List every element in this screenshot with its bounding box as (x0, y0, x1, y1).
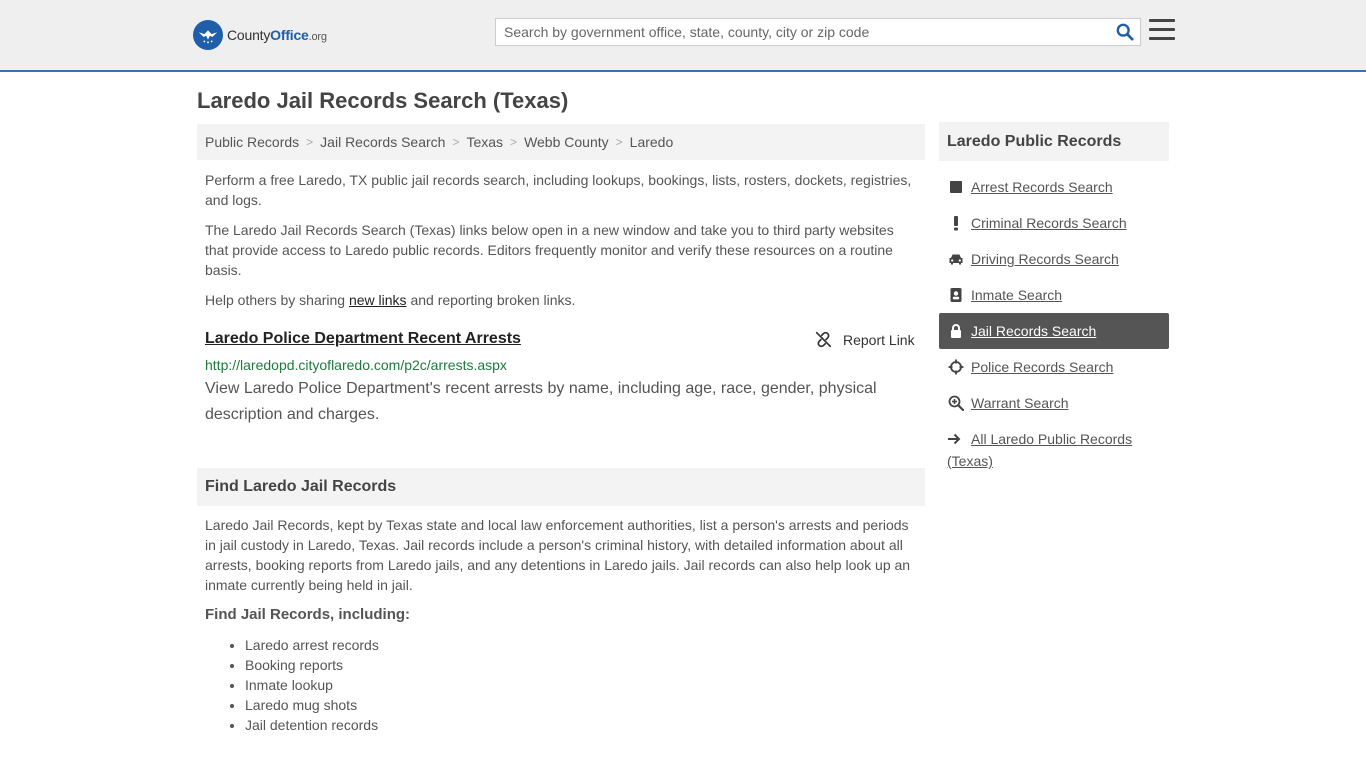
eagle-icon (193, 20, 223, 50)
list-item: Laredo mug shots (245, 695, 379, 715)
breadcrumb: Public Records > Jail Records Search > T… (197, 124, 925, 160)
crosshair-icon (947, 358, 965, 376)
sidebar-item-label: Police Records Search (971, 359, 1114, 375)
lock-icon (947, 322, 965, 340)
hamburger-menu-icon (1149, 19, 1175, 40)
list-item: Booking reports (245, 655, 379, 675)
new-links-link[interactable]: new links (349, 292, 407, 308)
sidebar-item-criminal-records[interactable]: Criminal Records Search (939, 205, 1169, 241)
sidebar-item-warrant-search[interactable]: Warrant Search (939, 385, 1169, 421)
sidebar-item-label: Jail Records Search (971, 323, 1097, 339)
sidebar-item-label: Criminal Records Search (971, 215, 1127, 231)
breadcrumb-webb-county[interactable]: Webb County (524, 134, 609, 150)
sidebar-item-police-records[interactable]: Police Records Search (939, 349, 1169, 385)
sidebar-item-inmate-search[interactable]: Inmate Search (939, 277, 1169, 313)
chevron-right-icon: > (306, 135, 314, 149)
sidebar-item-label: Driving Records Search (971, 251, 1119, 267)
breadcrumb-laredo[interactable]: Laredo (630, 134, 674, 150)
listing-description: View Laredo Police Department's recent a… (205, 380, 877, 423)
search-icon (1116, 23, 1134, 41)
share-text-after: and reporting broken links. (406, 292, 576, 308)
logo-text-org: .org (308, 31, 327, 43)
breadcrumb-public-records[interactable]: Public Records (205, 134, 299, 150)
chevron-right-icon: > (615, 135, 623, 149)
find-list: Laredo arrest records Booking reports In… (245, 635, 379, 735)
broken-link-icon (815, 331, 832, 348)
sidebar-all-label: All Laredo Public Records (Texas) (947, 431, 1133, 469)
exclamation-icon (947, 214, 965, 232)
listing-url: http://laredopd.cityoflaredo.com/p2c/arr… (205, 357, 507, 373)
find-section-body: Laredo Jail Records, kept by Texas state… (205, 517, 911, 593)
sidebar-item-arrest-records[interactable]: Arrest Records Search (939, 169, 1169, 205)
find-subheading: Find Jail Records, including: (205, 606, 411, 623)
list-item: Inmate lookup (245, 675, 379, 695)
logo-text: CountyOffice.org (227, 27, 327, 43)
car-icon (947, 250, 965, 268)
find-section-heading: Find Laredo Jail Records (197, 468, 925, 506)
search-input[interactable] (496, 19, 1110, 45)
logo-text-office: Office (270, 27, 309, 43)
arrow-right-icon (947, 431, 965, 451)
square-icon (947, 178, 965, 196)
menu-button[interactable] (1149, 19, 1175, 43)
sidebar-item-driving-records[interactable]: Driving Records Search (939, 241, 1169, 277)
page-title: Laredo Jail Records Search (Texas) (197, 88, 569, 113)
sidebar-item-label: Warrant Search (971, 395, 1069, 411)
list-item: Jail detention records (245, 715, 379, 735)
share-paragraph: Help others by sharing new links and rep… (205, 290, 917, 310)
chevron-right-icon: > (510, 135, 518, 149)
sidebar-item-label: Arrest Records Search (971, 179, 1113, 195)
sidebar-item-label: Inmate Search (971, 287, 1063, 303)
site-logo[interactable]: CountyOffice.org (193, 20, 327, 50)
id-badge-icon (947, 286, 965, 304)
disclaimer-paragraph: The Laredo Jail Records Search (Texas) l… (205, 222, 894, 278)
report-link-button[interactable]: Report Link (815, 331, 915, 348)
logo-text-county: County (227, 27, 271, 43)
chevron-right-icon: > (452, 135, 460, 149)
breadcrumb-texas[interactable]: Texas (466, 134, 503, 150)
list-item: Laredo arrest records (245, 635, 379, 655)
sidebar-all-public-records-link[interactable]: All Laredo Public Records (Texas) (947, 429, 1162, 471)
share-text-before: Help others by sharing (205, 292, 349, 308)
zoom-in-icon (947, 394, 965, 412)
breadcrumb-jail-records-search[interactable]: Jail Records Search (320, 134, 445, 150)
search-bar (495, 18, 1141, 46)
sidebar-heading: Laredo Public Records (939, 122, 1169, 161)
sidebar-item-jail-records[interactable]: Jail Records Search (939, 313, 1169, 349)
report-link-label: Report Link (843, 331, 915, 348)
site-header: CountyOffice.org (0, 0, 1366, 72)
search-button[interactable] (1110, 19, 1140, 45)
intro-paragraph: Perform a free Laredo, TX public jail re… (205, 172, 912, 208)
listing-title-link[interactable]: Laredo Police Department Recent Arrests (205, 330, 521, 348)
